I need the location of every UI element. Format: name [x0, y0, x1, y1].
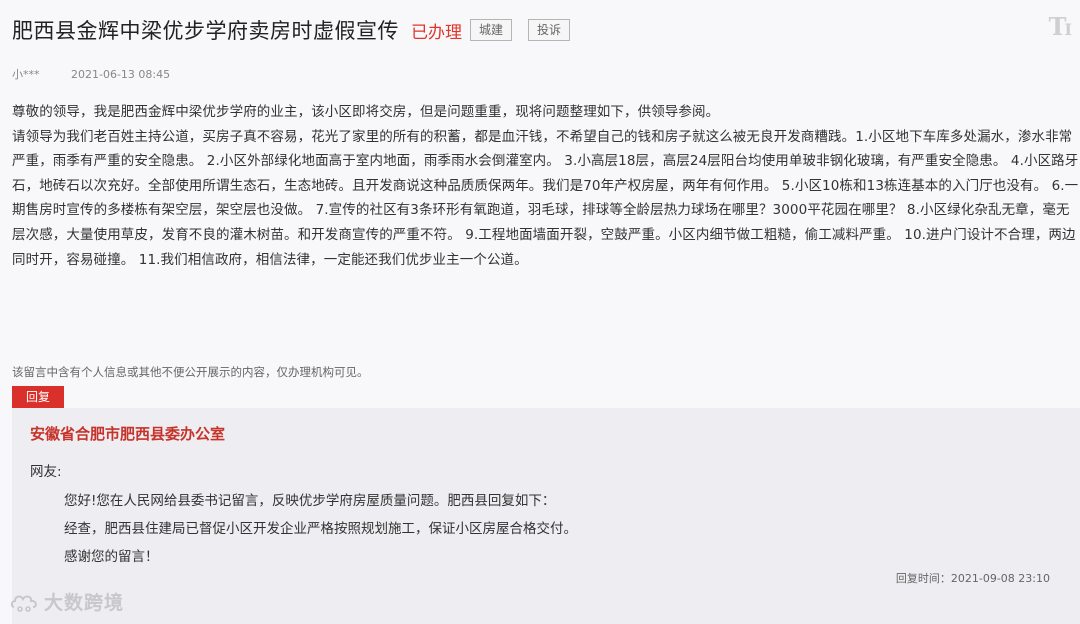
message-meta: 小*** 2021-06-13 08:45 — [12, 66, 170, 82]
reply-line: 感谢您的留言！ — [64, 549, 159, 565]
message-content: 尊敬的领导，我是肥西金辉中梁优步学府的业主，该小区即将交房，但是问题重重，现将问… — [12, 100, 1080, 272]
page-title: 肥西县金辉中梁优步学府卖房时虚假宣传 — [12, 19, 399, 43]
watermark: 大数跨境 — [10, 588, 124, 615]
reply-time: 回复时间：2021-09-08 23:10 — [895, 572, 1050, 585]
tag-type[interactable]: 投诉 — [528, 19, 571, 41]
reply-line: 您好!您在人民网给县委书记留言，反映优步学府房屋质量问题。肥西县回复如下： — [64, 493, 556, 509]
privacy-notice: 该留言中含有个人信息或其他不便公开展示的内容，仅办理机构可见。 — [12, 365, 369, 379]
author-name: 小*** — [12, 68, 40, 81]
cloud-logo-icon — [10, 595, 37, 612]
reply-box: 安徽省合肥市肥西县委办公室 网友: 您好!您在人民网给县委书记留言，反映优步学府… — [12, 408, 1080, 624]
watermark-text: 大数跨境 — [44, 592, 125, 614]
post-date: 2021-06-13 08:45 — [71, 68, 171, 81]
reply-greeting: 网友: — [30, 464, 62, 480]
text-size-icon[interactable]: TI — [1049, 12, 1073, 41]
tag-category[interactable]: 城建 — [470, 19, 513, 41]
reply-org: 安徽省合肥市肥西县委办公室 — [30, 425, 226, 443]
reply-tab[interactable]: 回复 — [12, 386, 64, 408]
content-paragraph: 尊敬的领导，我是肥西金辉中梁优步学府的业主，该小区即将交房，但是问题重重，现将问… — [12, 104, 720, 120]
reply-line: 经查，肥西县住建局已督促小区开发企业严格按照规划施工，保证小区房屋合格交付。 — [64, 521, 577, 537]
status-badge: 已办理 — [411, 22, 462, 43]
message-header: 肥西县金辉中梁优步学府卖房时虚假宣传 已办理 城建 投诉 — [12, 16, 571, 44]
content-paragraph: 请领导为我们老百姓主持公道，买房子真不容易，花光了家里的所有的积蓄，都是血汗钱，… — [12, 128, 1079, 268]
